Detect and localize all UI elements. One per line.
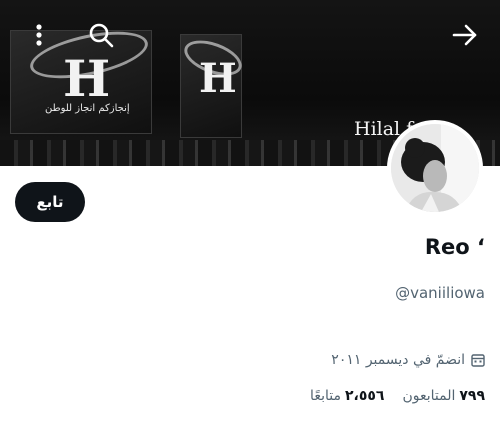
more-button[interactable] <box>24 20 54 50</box>
avatar[interactable] <box>387 120 483 216</box>
following-count: ٢،٥٥٦ <box>344 388 385 404</box>
banner-billboard-right: H <box>179 33 247 138</box>
back-button[interactable] <box>450 20 480 50</box>
following-label: متابعًا <box>310 388 341 404</box>
display-name: Reo ‘ <box>424 235 485 259</box>
joined-date: انضمّ في ديسمبر ٢٠١١ <box>331 352 485 368</box>
joined-date-text: انضمّ في ديسمبر ٢٠١١ <box>331 352 465 368</box>
followers-link[interactable]: ٧٩٩ المتابعون <box>402 388 485 404</box>
arrow-right-icon <box>452 24 477 46</box>
billboard-logo: H <box>63 49 111 108</box>
avatar-photo <box>391 124 479 212</box>
search-button[interactable] <box>86 20 116 50</box>
billboard-logo-2: H <box>199 55 237 102</box>
profile-stats: ٧٩٩ المتابعون ٢،٥٥٦ متابعًا <box>310 388 485 404</box>
search-icon <box>89 23 114 48</box>
more-vertical-icon <box>36 24 42 46</box>
calendar-icon <box>471 354 485 367</box>
followers-count: ٧٩٩ <box>459 388 485 404</box>
billboard-slogan: إنجازكم انجاز للوطن <box>45 103 130 114</box>
followers-label: المتابعون <box>402 388 456 404</box>
user-handle: @vaniiliowa <box>395 284 485 302</box>
follow-button[interactable]: تابع <box>15 182 85 222</box>
following-link[interactable]: ٢،٥٥٦ متابعًا <box>310 388 384 404</box>
